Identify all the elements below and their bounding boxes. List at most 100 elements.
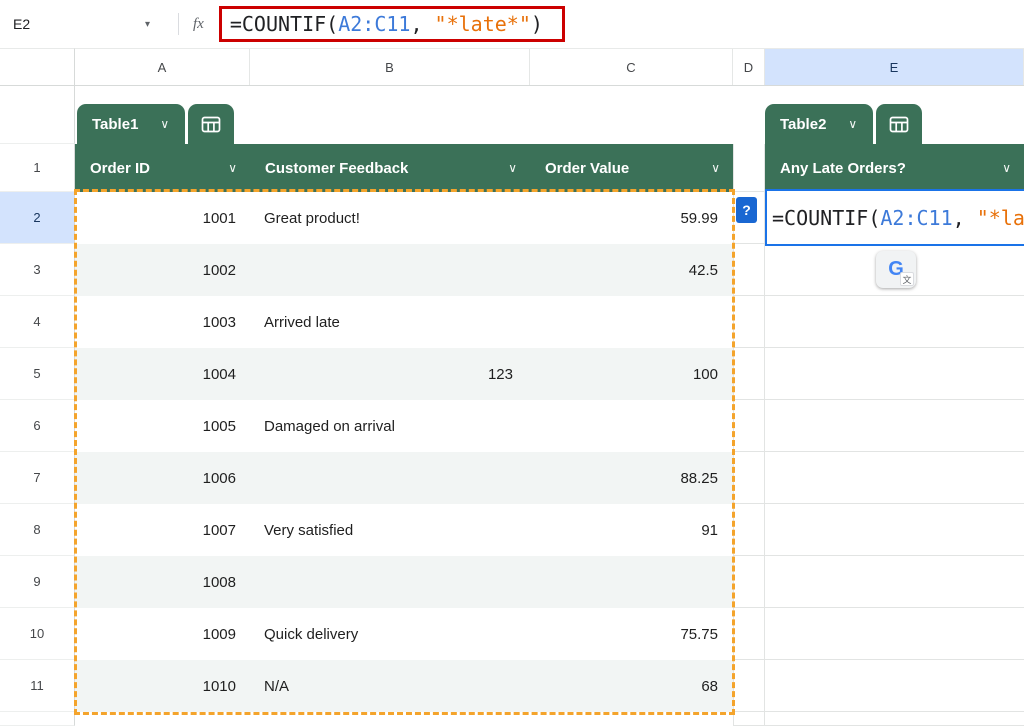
cell-feedback[interactable] bbox=[250, 452, 530, 504]
column-header-c[interactable]: C bbox=[530, 49, 733, 85]
cell-e[interactable] bbox=[765, 504, 1024, 556]
cell-d[interactable] bbox=[733, 400, 765, 452]
cell-e[interactable] bbox=[765, 660, 1024, 712]
row-header[interactable]: 11 bbox=[0, 660, 75, 712]
table1-grid-button[interactable] bbox=[188, 104, 235, 144]
cell-e[interactable] bbox=[765, 400, 1024, 452]
header-customer-feedback[interactable]: Customer Feedback ∨ bbox=[250, 144, 530, 192]
formula-help-toggle[interactable]: ? bbox=[736, 197, 757, 223]
cell-d[interactable] bbox=[733, 660, 765, 712]
cell-order-id[interactable]: 1009 bbox=[75, 608, 250, 660]
sheet-row: 10 1009 Quick delivery 75.75 bbox=[0, 608, 1024, 660]
cell-e[interactable] bbox=[765, 296, 1024, 348]
cell-e[interactable] bbox=[765, 348, 1024, 400]
row-header[interactable]: 8 bbox=[0, 504, 75, 556]
name-box[interactable]: E2 ▾ bbox=[0, 16, 150, 32]
chip-area: Table1 ∨ Table2 ∨ bbox=[75, 86, 1024, 144]
table-header-row: 1 Order ID ∨ Customer Feedback ∨ Order V… bbox=[0, 144, 1024, 192]
row-header[interactable] bbox=[0, 86, 75, 144]
cell-feedback[interactable]: Arrived late bbox=[250, 296, 530, 348]
cell-e[interactable] bbox=[765, 608, 1024, 660]
sheet-row bbox=[0, 712, 1024, 726]
cell-feedback[interactable]: Great product! bbox=[250, 192, 530, 244]
cell-d[interactable] bbox=[733, 556, 765, 608]
cell-d[interactable] bbox=[733, 348, 765, 400]
cell[interactable] bbox=[530, 712, 733, 726]
cell-feedback[interactable]: Quick delivery bbox=[250, 608, 530, 660]
column-header-d[interactable]: D bbox=[733, 49, 765, 85]
sheet-row: 6 1005 Damaged on arrival bbox=[0, 400, 1024, 452]
cell-feedback[interactable] bbox=[250, 244, 530, 296]
table1-name: Table1 bbox=[92, 115, 139, 133]
cell-e[interactable] bbox=[765, 556, 1024, 608]
row-header[interactable]: 2 bbox=[0, 192, 75, 244]
cell-order-value[interactable]: 42.5 bbox=[530, 244, 733, 296]
cell-e[interactable] bbox=[765, 452, 1024, 504]
table2-menu-button[interactable]: Table2 ∨ bbox=[765, 104, 874, 144]
select-all-corner[interactable] bbox=[0, 48, 75, 86]
active-cell-reference: E2 bbox=[13, 16, 31, 32]
row-header[interactable]: 6 bbox=[0, 400, 75, 452]
header-label: Customer Feedback bbox=[265, 159, 409, 177]
row-header[interactable]: 10 bbox=[0, 608, 75, 660]
cell-order-id[interactable]: 1001 bbox=[75, 192, 250, 244]
cell-order-value[interactable] bbox=[530, 296, 733, 348]
row-header[interactable]: 1 bbox=[0, 144, 75, 192]
cell-d[interactable] bbox=[733, 244, 765, 296]
cell-order-value[interactable] bbox=[530, 400, 733, 452]
cell-editor-e2[interactable]: =COUNTIF(A2:C11, "*late*") bbox=[765, 189, 1024, 246]
name-box-caret-icon[interactable]: ▾ bbox=[145, 19, 150, 30]
cell-feedback[interactable] bbox=[250, 556, 530, 608]
cell-order-value[interactable] bbox=[530, 556, 733, 608]
cell-order-value[interactable]: 100 bbox=[530, 348, 733, 400]
header-order-id[interactable]: Order ID ∨ bbox=[75, 144, 250, 192]
cell-feedback[interactable]: Very satisfied bbox=[250, 504, 530, 556]
cell-e[interactable] bbox=[765, 712, 1024, 726]
cell-order-id[interactable]: 1008 bbox=[75, 556, 250, 608]
cell-d[interactable] bbox=[733, 504, 765, 556]
chevron-down-icon[interactable]: ∨ bbox=[711, 161, 720, 175]
row-header[interactable]: 3 bbox=[0, 244, 75, 296]
cell-d[interactable] bbox=[733, 608, 765, 660]
cell-feedback[interactable]: Damaged on arrival bbox=[250, 400, 530, 452]
cell[interactable] bbox=[250, 712, 530, 726]
formula-input[interactable]: =COUNTIF(A2:C11, "*late*") bbox=[218, 6, 565, 42]
row-header[interactable]: 4 bbox=[0, 296, 75, 348]
cell-order-value[interactable]: 91 bbox=[530, 504, 733, 556]
cell-order-id[interactable]: 1006 bbox=[75, 452, 250, 504]
header-order-value[interactable]: Order Value ∨ bbox=[530, 144, 733, 192]
cell-order-id[interactable]: 1007 bbox=[75, 504, 250, 556]
cell-order-id[interactable]: 1003 bbox=[75, 296, 250, 348]
row-header[interactable]: 7 bbox=[0, 452, 75, 504]
cell-d[interactable] bbox=[733, 296, 765, 348]
cell-feedback[interactable]: N/A bbox=[250, 660, 530, 712]
row-header[interactable]: 9 bbox=[0, 556, 75, 608]
cell-feedback[interactable]: 123 bbox=[250, 348, 530, 400]
cell-order-value[interactable]: 75.75 bbox=[530, 608, 733, 660]
chevron-down-icon[interactable]: ∨ bbox=[1002, 161, 1011, 175]
cell-d[interactable] bbox=[733, 712, 765, 726]
cell-d1[interactable] bbox=[733, 144, 765, 192]
cell-order-id[interactable]: 1002 bbox=[75, 244, 250, 296]
cell-order-id[interactable]: 1005 bbox=[75, 400, 250, 452]
row-header[interactable] bbox=[0, 712, 75, 726]
chevron-down-icon: ∨ bbox=[848, 117, 858, 131]
column-header-b[interactable]: B bbox=[250, 49, 530, 85]
column-header-e[interactable]: E bbox=[765, 49, 1024, 85]
cell-order-value[interactable]: 59.99 bbox=[530, 192, 733, 244]
cell-order-value[interactable]: 68 bbox=[530, 660, 733, 712]
input-tools-button[interactable]: G 文 bbox=[876, 251, 916, 288]
column-header-a[interactable]: A bbox=[75, 49, 250, 85]
table2-grid-button[interactable] bbox=[876, 104, 923, 144]
cell[interactable] bbox=[75, 712, 250, 726]
cell-order-id[interactable]: 1010 bbox=[75, 660, 250, 712]
cell-order-id[interactable]: 1004 bbox=[75, 348, 250, 400]
header-any-late-orders[interactable]: Any Late Orders? ∨ bbox=[765, 144, 1024, 192]
cell-order-value[interactable]: 88.25 bbox=[530, 452, 733, 504]
table-grid-icon bbox=[889, 116, 909, 132]
chevron-down-icon[interactable]: ∨ bbox=[228, 161, 237, 175]
chevron-down-icon[interactable]: ∨ bbox=[508, 161, 517, 175]
table1-menu-button[interactable]: Table1 ∨ bbox=[77, 104, 186, 144]
cell-d[interactable] bbox=[733, 452, 765, 504]
row-header[interactable]: 5 bbox=[0, 348, 75, 400]
